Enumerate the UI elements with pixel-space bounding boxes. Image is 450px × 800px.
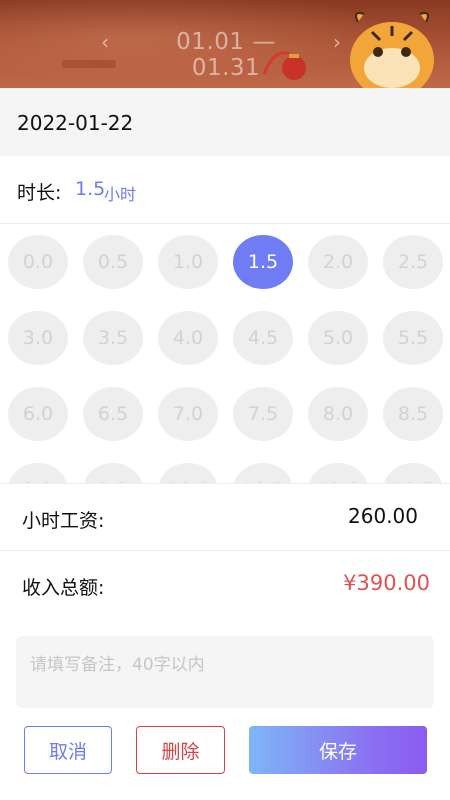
total-income-value: ¥390.00	[343, 571, 430, 595]
note-input[interactable]	[16, 636, 434, 708]
tiger-mascot-icon	[350, 12, 434, 88]
hour-option[interactable]: 3.5	[83, 311, 143, 365]
hour-option[interactable]: 7.0	[158, 387, 218, 441]
hour-option[interactable]: 4.5	[233, 311, 293, 365]
hour-option[interactable]: 1.5	[233, 235, 293, 289]
banner-decoration	[62, 60, 116, 68]
hour-option[interactable]: 10.5	[233, 463, 293, 483]
hour-option[interactable]: 3.0	[8, 311, 68, 365]
month-banner: ‹ 01.01 — 01.31 ›	[0, 0, 450, 88]
hour-option[interactable]: 0.5	[83, 235, 143, 289]
hour-option[interactable]: 9.0	[8, 463, 68, 483]
hour-options-grid: 0.0 0.5 1.0 1.5 2.0 2.5 3.0 3.5 4.0 4.5 5.0 5.5 6.0 6…	[0, 225, 450, 483]
save-button[interactable]: 保存	[249, 726, 427, 774]
hour-option[interactable]: 11.5	[383, 463, 443, 483]
hour-option[interactable]: 4.0	[158, 311, 218, 365]
hour-option[interactable]: 2.0	[308, 235, 368, 289]
total-income-row: 收入总额: ¥390.00	[0, 550, 450, 617]
hour-option[interactable]: 8.0	[308, 387, 368, 441]
hourly-wage-label: 小时工资:	[22, 510, 105, 532]
lantern-icon	[262, 51, 306, 80]
hour-option[interactable]: 6.5	[83, 387, 143, 441]
total-income-label: 收入总额:	[22, 577, 105, 599]
hour-option[interactable]: 2.5	[383, 235, 443, 289]
duration-label: 时长:	[17, 182, 62, 204]
hourly-wage-value: 260.00	[348, 504, 418, 528]
hour-option[interactable]: 9.5	[83, 463, 143, 483]
hour-option[interactable]: 10.0	[158, 463, 218, 483]
hour-option[interactable]: 5.0	[308, 311, 368, 365]
selected-date-row[interactable]: 2022-01-22	[0, 88, 450, 156]
hour-option[interactable]: 8.5	[383, 387, 443, 441]
delete-button[interactable]: 删除	[136, 726, 225, 774]
hour-option[interactable]: 6.0	[8, 387, 68, 441]
hour-option[interactable]: 1.0	[158, 235, 218, 289]
duration-value: 1.5	[75, 178, 106, 200]
hourly-wage-row[interactable]: 小时工资: 260.00	[0, 483, 450, 550]
duration-row: 时长: 1.5 小时	[0, 156, 450, 224]
hour-option[interactable]: 0.0	[8, 235, 68, 289]
hour-option[interactable]: 11.0	[308, 463, 368, 483]
cancel-button[interactable]: 取消	[24, 726, 112, 774]
prev-month-icon[interactable]: ‹	[101, 30, 109, 54]
duration-unit: 小时	[104, 185, 137, 204]
hour-option[interactable]: 7.5	[233, 387, 293, 441]
selected-date: 2022-01-22	[17, 111, 134, 135]
hour-option[interactable]: 5.5	[383, 311, 443, 365]
